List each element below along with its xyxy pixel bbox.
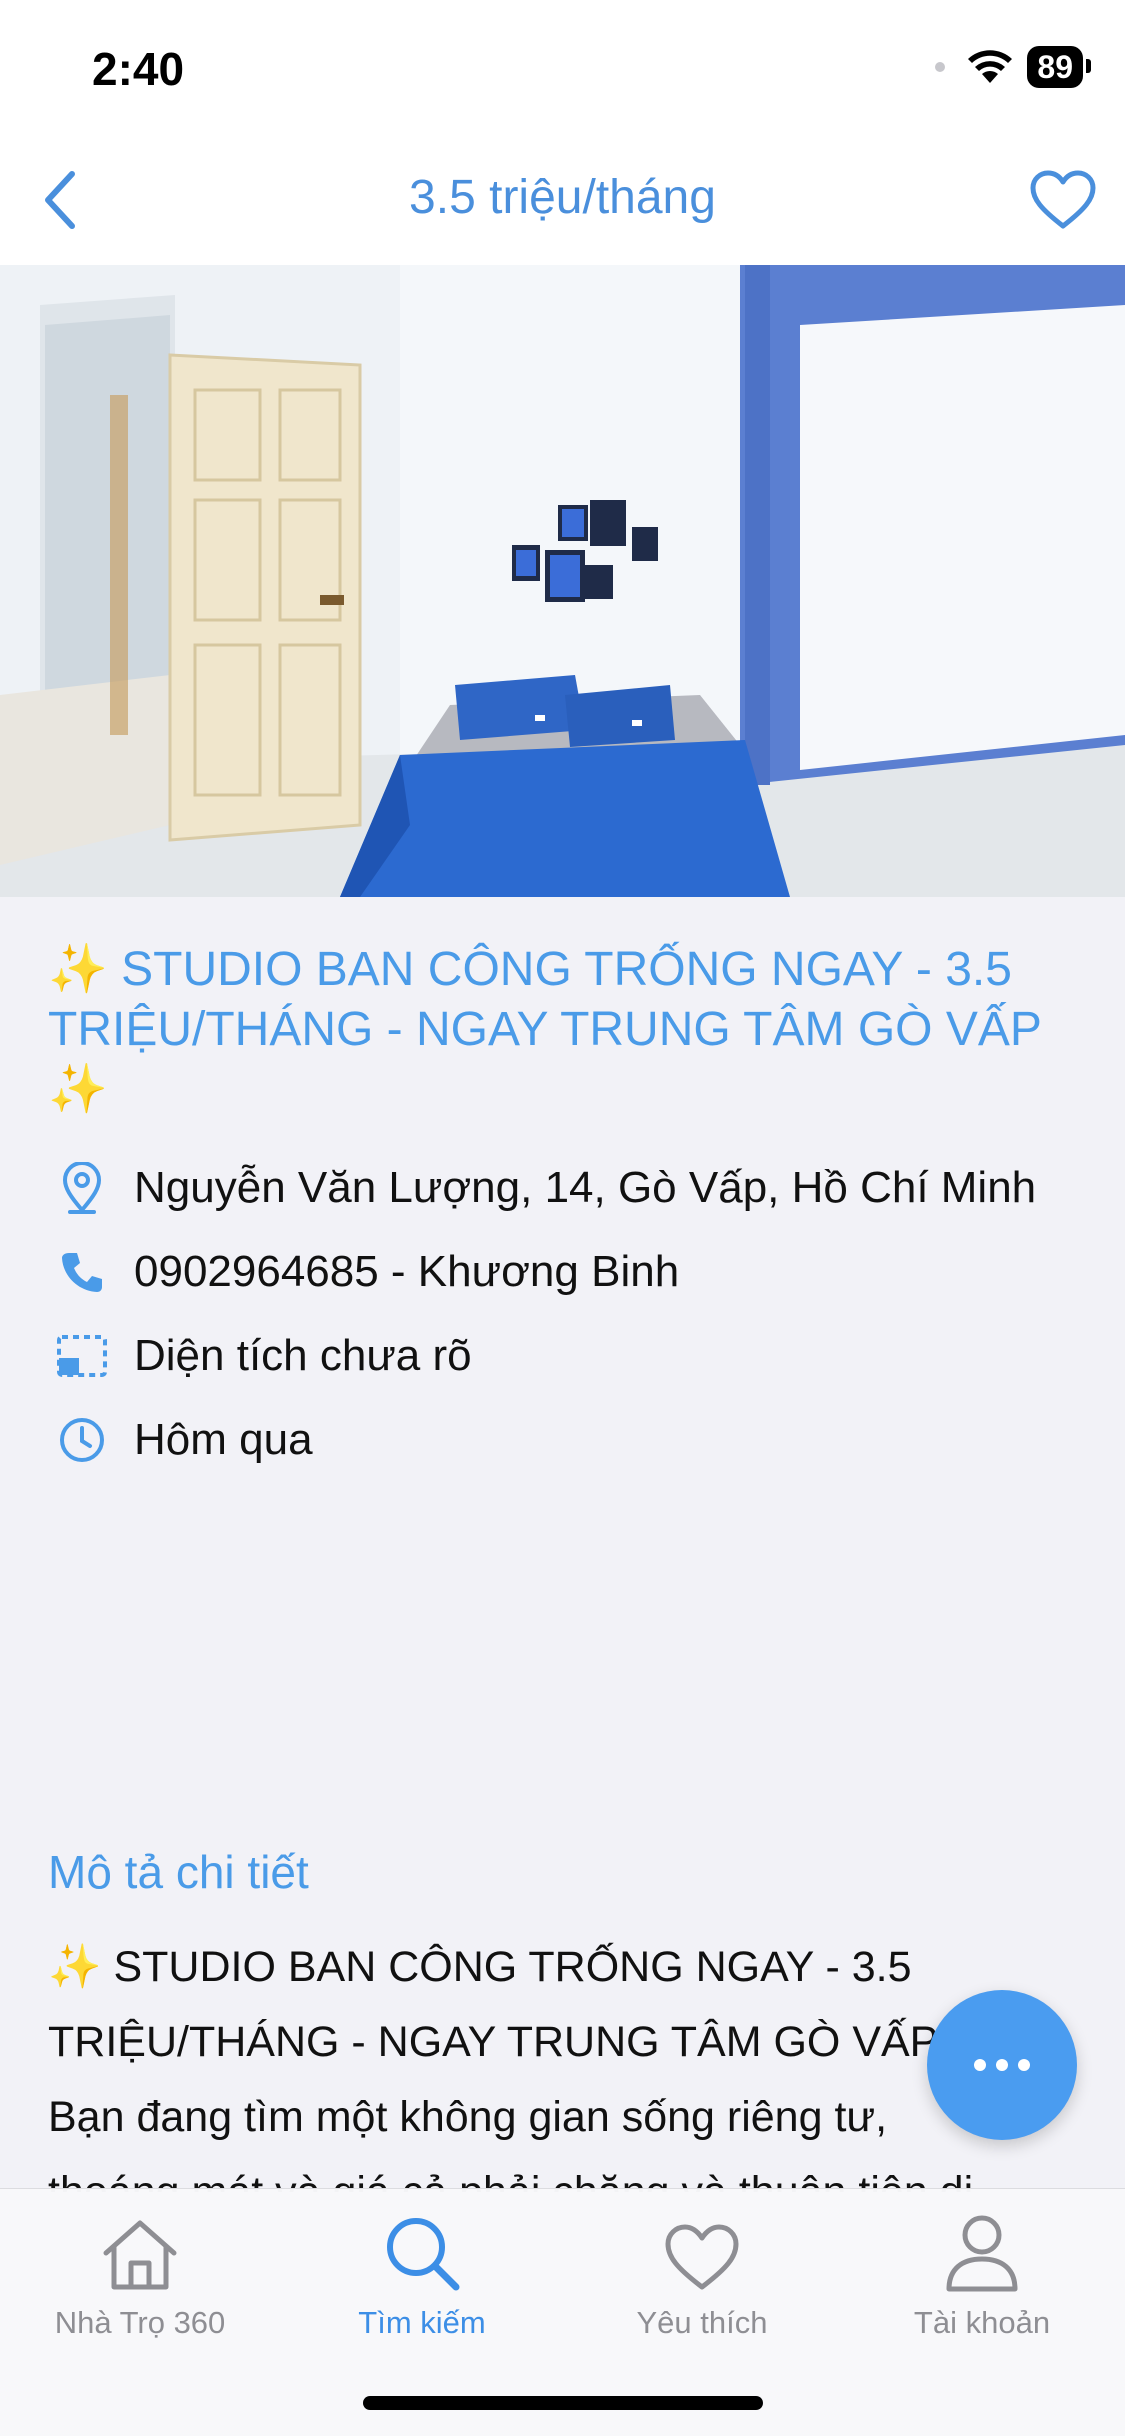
info-row-area: Diện tích chưa rõ bbox=[48, 1314, 1077, 1398]
more-dots-icon bbox=[1018, 2059, 1030, 2071]
description-line: ✨ STUDIO BAN CÔNG TRỐNG NGAY - 3.5 bbox=[48, 1943, 912, 1991]
area-icon bbox=[54, 1328, 110, 1384]
info-list: Nguyễn Văn Lượng, 14, Gò Vấp, Hồ Chí Min… bbox=[48, 1146, 1077, 1482]
posted-text: Hôm qua bbox=[134, 1415, 313, 1464]
tab-label: Tài khoản bbox=[913, 2305, 1051, 2340]
wifi-icon bbox=[968, 50, 1013, 83]
heart-icon bbox=[582, 2209, 822, 2293]
status-indicators: 89 bbox=[935, 46, 1091, 88]
listing-photo[interactable] bbox=[0, 265, 1125, 897]
more-dots-icon bbox=[996, 2059, 1008, 2071]
status-bar: 2:40 89 bbox=[0, 0, 1125, 130]
tab-label: Yêu thích bbox=[636, 2305, 768, 2340]
tab-account[interactable]: Tài khoản bbox=[862, 2209, 1102, 2341]
more-dots-icon bbox=[974, 2059, 986, 2071]
description-line: thoáng mát và giá cả phải chăng và thuận… bbox=[48, 2168, 974, 2192]
description-text: ✨ STUDIO BAN CÔNG TRỐNG NGAY - 3.5 TRIỆU… bbox=[48, 1930, 1077, 2192]
phone-icon bbox=[54, 1244, 110, 1300]
description-line: TRIỆU/THÁNG - NGAY TRUNG TÂM GÒ VẤP bbox=[48, 2018, 939, 2066]
location-pin-icon bbox=[54, 1160, 110, 1216]
favorite-button[interactable] bbox=[1023, 160, 1103, 240]
info-row-posted: Hôm qua bbox=[48, 1398, 1077, 1482]
signal-dot-icon bbox=[935, 62, 946, 72]
info-row-phone[interactable]: 0902964685 - Khương Binh bbox=[48, 1230, 1077, 1314]
listing-details: ✨ STUDIO BAN CÔNG TRỐNG NGAY - 3.5 TRIỆU… bbox=[48, 940, 1077, 1482]
more-options-button[interactable] bbox=[927, 1990, 1077, 2140]
status-time: 2:40 bbox=[92, 43, 185, 95]
search-icon bbox=[302, 2209, 542, 2293]
home-indicator bbox=[363, 2396, 763, 2410]
nav-bar: 3.5 triệu/tháng bbox=[0, 130, 1125, 265]
battery-indicator: 89 bbox=[1027, 46, 1091, 88]
description-heading: Mô tả chi tiết bbox=[48, 1846, 309, 1898]
tab-favorites[interactable]: Yêu thích bbox=[582, 2209, 822, 2341]
address-text: Nguyễn Văn Lượng, 14, Gò Vấp, Hồ Chí Min… bbox=[134, 1163, 1037, 1212]
description-line: Bạn đang tìm một không gian sống riêng t… bbox=[48, 2093, 888, 2141]
tab-search[interactable]: Tìm kiếm bbox=[302, 2209, 542, 2341]
tab-label: Nhà Trọ 360 bbox=[54, 2305, 226, 2340]
clock-icon bbox=[54, 1412, 110, 1468]
user-icon bbox=[862, 2209, 1102, 2293]
home-icon bbox=[20, 2209, 260, 2293]
heart-icon bbox=[1030, 170, 1096, 229]
info-row-address[interactable]: Nguyễn Văn Lượng, 14, Gò Vấp, Hồ Chí Min… bbox=[48, 1146, 1077, 1230]
tab-home[interactable]: Nhà Trọ 360 bbox=[20, 2209, 260, 2341]
phone-text: 0902964685 - Khương Binh bbox=[134, 1247, 680, 1296]
nav-title: 3.5 triệu/tháng bbox=[409, 171, 716, 224]
area-text: Diện tích chưa rõ bbox=[134, 1331, 472, 1380]
listing-title: ✨ STUDIO BAN CÔNG TRỐNG NGAY - 3.5 TRIỆU… bbox=[48, 943, 1042, 1116]
tab-label: Tìm kiếm bbox=[358, 2305, 486, 2340]
